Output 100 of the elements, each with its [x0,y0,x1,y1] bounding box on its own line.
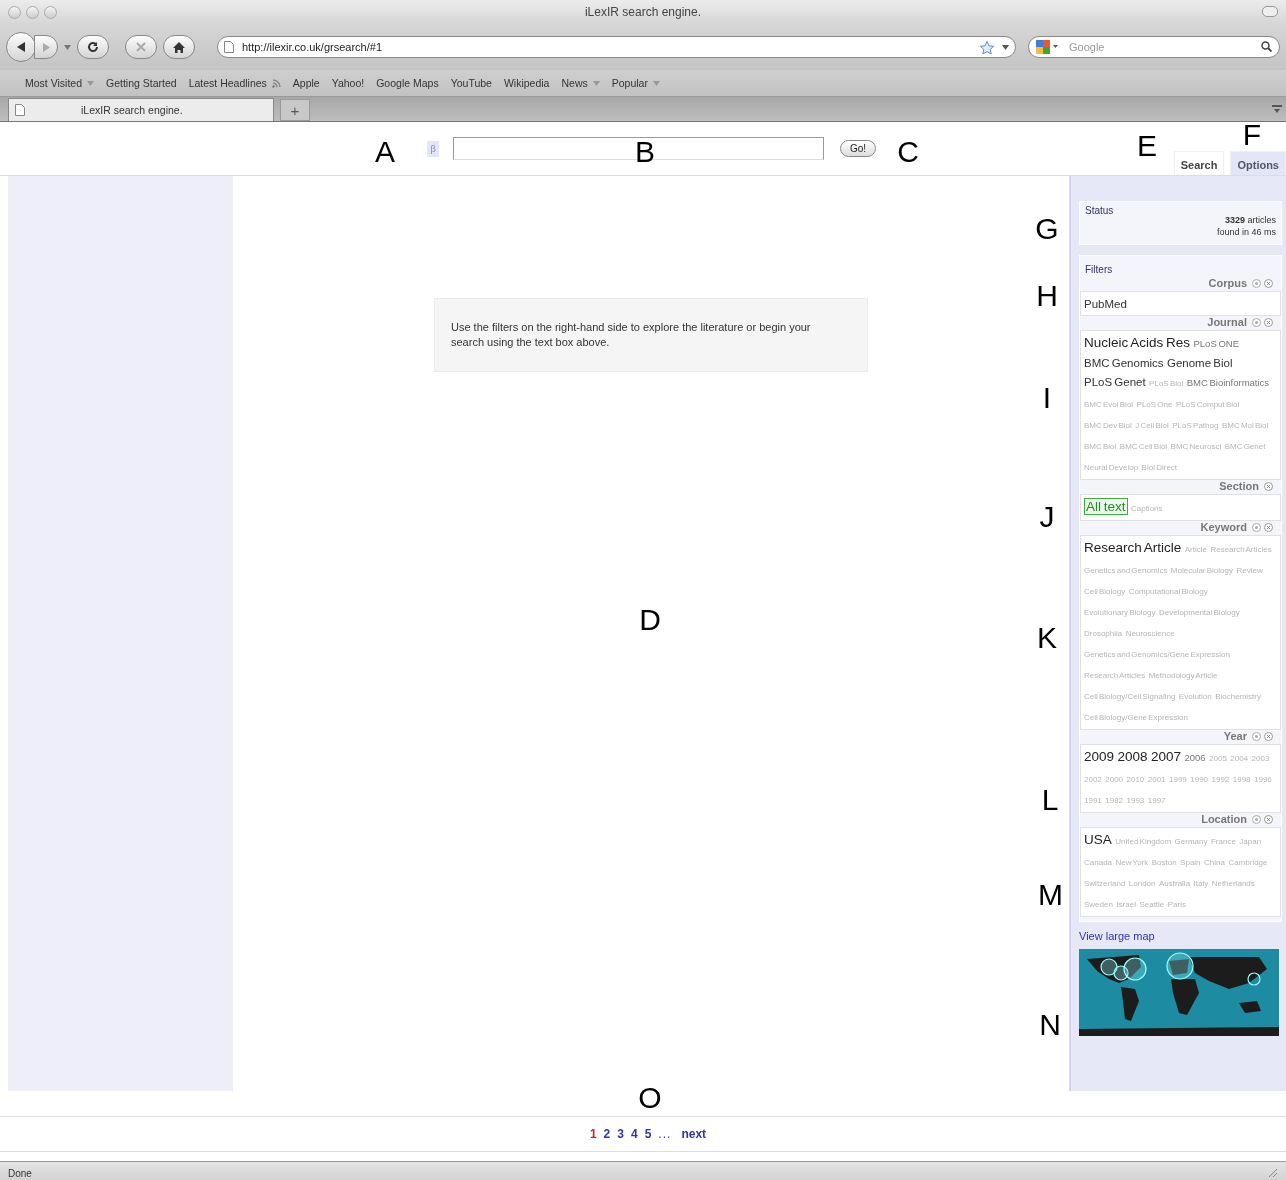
filter-tag[interactable]: Genetics and Genomics/Gene Expression [1084,650,1230,659]
filter-tag[interactable]: BMC Dev Biol [1084,421,1132,430]
filter-tag[interactable]: 1998 [1232,775,1251,784]
filter-tag[interactable]: Genome Biol [1167,357,1233,369]
filter-tag[interactable]: 1993 [1126,796,1145,805]
filter-tag[interactable]: 1990 [1190,775,1209,784]
filter-tag[interactable]: 2005 [1209,754,1227,763]
filter-tag[interactable]: China [1204,858,1225,867]
close-icon[interactable] [1264,278,1273,288]
tab-list-icon[interactable] [1272,105,1282,113]
filter-tag[interactable]: 2001 [1147,775,1166,784]
filter-tag[interactable]: PLoS One [1136,400,1173,409]
browser-tab[interactable]: iLexIR search engine. [8,98,274,121]
filter-tag[interactable]: London [1128,879,1156,888]
filter-tag[interactable]: 2008 [1117,749,1148,764]
filter-tag[interactable]: Captions [1130,504,1163,513]
page-link[interactable]: 3 [617,1127,624,1141]
filter-tag[interactable]: 1982 [1105,796,1124,805]
close-icon[interactable] [1264,522,1273,532]
filter-tag[interactable]: Switzerland [1084,879,1126,888]
filter-tag[interactable]: All text [1084,498,1128,515]
search-engine-icon[interactable] [1035,39,1059,55]
filter-tag[interactable]: USA [1084,832,1112,847]
filter-tag[interactable]: BMC Mol Biol [1221,421,1269,430]
reload-button[interactable] [77,35,109,59]
home-button[interactable] [163,35,195,59]
filter-tag[interactable]: BMC Genomics [1084,357,1164,369]
filter-tag[interactable]: BMC Biol [1084,442,1117,451]
filter-tag[interactable]: Israel [1116,900,1136,909]
filter-tag[interactable]: PubMed [1084,298,1127,310]
filter-tag[interactable]: 1991 [1084,796,1102,805]
filter-tag[interactable]: Italy [1193,879,1209,888]
caret-icon[interactable] [1002,44,1009,50]
window-button[interactable] [44,5,57,19]
filter-tag[interactable]: PLoS Pathog [1172,421,1219,430]
filter-tag[interactable]: PLoS Biol [1149,379,1184,388]
filter-tag[interactable]: Netherlands [1211,879,1255,888]
page-link[interactable]: 4 [631,1127,638,1141]
close-icon[interactable] [1264,481,1273,491]
dot-circle-icon[interactable] [1252,522,1261,532]
bookmark-item[interactable]: YouTube [450,77,492,89]
address-field[interactable]: http://ilexir.co.uk/grsearch/#1 [217,36,1016,58]
filter-tag[interactable]: 2007 [1151,749,1182,764]
filter-tag[interactable]: Biochemistry [1215,692,1261,701]
filter-tag[interactable]: Spain [1180,858,1201,867]
filter-tag[interactable]: 2006 [1184,752,1206,763]
dot-circle-icon[interactable] [1252,317,1261,327]
page-link[interactable]: 2 [603,1127,611,1141]
filter-tag[interactable]: Biol Direct [1141,463,1178,472]
filter-tag[interactable]: PLoS Genet [1084,376,1146,388]
page-link[interactable]: 5 [644,1127,652,1141]
close-icon[interactable] [1264,317,1273,327]
filter-tag[interactable]: Neural Develop [1084,463,1139,472]
filter-tag[interactable]: Evolution [1178,692,1212,701]
close-icon[interactable] [1264,814,1273,824]
filter-tag[interactable]: France [1210,837,1236,846]
search-field[interactable]: Google [1028,36,1280,58]
filter-tag[interactable]: Boston [1151,858,1177,867]
filter-tag[interactable]: Research Article [1084,540,1182,555]
resize-grip-icon[interactable] [1268,1168,1278,1178]
filter-tag[interactable]: Research Articles [1210,545,1272,554]
filter-tag[interactable]: Cell Biology/Gene Expression [1084,713,1188,722]
filter-tag[interactable]: New York [1115,858,1149,867]
filter-tag[interactable]: Drosophila [1084,629,1123,638]
bookmark-item[interactable]: Google Maps [376,77,439,89]
new-tab-button[interactable]: + [280,99,310,121]
filter-tag[interactable]: Molecular Biology [1170,566,1233,575]
map-link[interactable]: View large map [1079,930,1155,942]
bookmark-item[interactable]: Yahoo! [331,77,365,89]
dot-circle-icon[interactable] [1252,278,1261,288]
filter-tag[interactable]: PLoS Comput Biol [1175,400,1240,409]
bookmark-item[interactable]: Popular [611,77,648,89]
filter-tag[interactable]: Cell Biology [1084,587,1126,596]
filter-tag[interactable]: Canada [1084,858,1113,867]
filter-tag[interactable]: Computational Biology [1128,587,1208,596]
filter-tag[interactable]: 2003 [1251,754,1270,763]
star-icon[interactable] [980,40,994,54]
filter-tag[interactable]: 1999 [1169,775,1187,784]
filter-tag[interactable]: Neuroscience [1125,629,1175,638]
bookmark-item[interactable]: Apple [292,77,320,89]
panel-tab[interactable]: Search [1173,151,1225,175]
filter-tag[interactable]: PLoS ONE [1193,338,1239,349]
filter-tag[interactable]: Japan [1239,837,1262,846]
filter-tag[interactable]: Research Articles [1084,671,1146,680]
search-icon[interactable] [1261,41,1272,52]
filter-tag[interactable]: Cell Biology/Cell Signaling [1084,692,1176,701]
go-button[interactable]: Go! [840,140,877,157]
filter-tag[interactable]: Germany [1174,837,1208,846]
filter-tag[interactable]: Cambridge [1228,858,1268,867]
filter-tag[interactable]: Seattle [1139,900,1165,909]
filter-tag[interactable]: BMC Neurosci [1170,442,1222,451]
close-icon[interactable] [1264,731,1273,741]
bookmark-item[interactable]: Most Visited [25,77,82,89]
next-link[interactable]: next [681,1127,707,1141]
filter-tag[interactable]: 2004 [1230,754,1249,763]
panel-tab[interactable]: Options [1230,151,1286,175]
bookmark-item[interactable]: Wikipedia [503,77,550,89]
filter-tag[interactable]: Methodology Article [1148,671,1218,680]
filter-tag[interactable]: Article [1184,545,1207,554]
dot-circle-icon[interactable] [1252,814,1261,824]
